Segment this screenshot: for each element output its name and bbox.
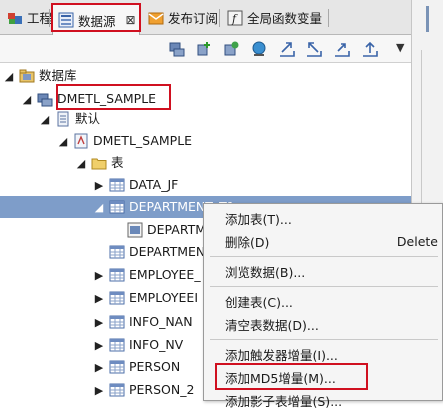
menu-item-delete[interactable]: 删除(D) Delete — [204, 230, 442, 253]
chevron-right-icon[interactable]: ▶ — [92, 384, 106, 397]
view-menu-chevron-icon[interactable]: ▼ — [396, 41, 404, 54]
menu-item-truncate-table[interactable]: 清空表数据(D)... — [204, 313, 442, 336]
chevron-down-icon[interactable]: ◢ — [20, 93, 34, 106]
globe-icon[interactable] — [250, 40, 268, 58]
menu-item-add-md5-incremental[interactable]: 添加MD5增量(M)... — [204, 366, 442, 389]
context-menu: 添加表(T)... 删除(D) Delete 浏览数据(B)... 创建表(C)… — [203, 203, 443, 409]
close-tab-icon[interactable]: ⊠ — [126, 13, 136, 27]
tab-global-functions[interactable]: f 全局函数变量 — [222, 4, 327, 31]
datasource-toolbar: ▼ — [0, 35, 411, 63]
menu-separator — [210, 256, 438, 257]
sync-icon[interactable] — [333, 40, 351, 58]
tree-node-schema-group[interactable]: ◢ 默认 — [0, 108, 411, 130]
table-icon — [109, 291, 125, 305]
delete-shortcut: Delete — [396, 234, 438, 249]
upload-icon[interactable] — [361, 40, 379, 58]
table-icon — [109, 383, 125, 397]
chevron-down-icon[interactable]: ◢ — [2, 70, 16, 83]
schema-icon — [74, 133, 88, 149]
chevron-down-icon[interactable]: ◢ — [56, 135, 70, 148]
menu-item-add-trigger-incremental[interactable]: 添加触发器增量(I)... — [204, 343, 442, 366]
function-icon: f — [227, 10, 243, 25]
refresh-icon[interactable] — [222, 40, 240, 58]
chevron-right-icon[interactable]: ▶ — [92, 179, 106, 192]
tree-node-table[interactable]: ▶ DATA_JF — [0, 174, 411, 196]
table-icon — [109, 338, 125, 352]
table-icon — [109, 268, 125, 282]
table-icon — [109, 315, 125, 329]
menu-separator — [210, 286, 438, 287]
menu-item-add-table[interactable]: 添加表(T)... — [204, 207, 442, 230]
chevron-down-icon[interactable]: ◢ — [38, 113, 52, 126]
pubsub-icon — [148, 12, 164, 24]
tree-node-database-root[interactable]: ◢ 数据库 — [0, 65, 411, 87]
database-folder-icon — [19, 69, 35, 83]
add-datasource-icon[interactable] — [195, 40, 213, 58]
tree-node-datasource[interactable]: ◢ DMETL_SAMPLE — [0, 88, 411, 110]
connect-icon[interactable] — [168, 40, 186, 58]
tab-pubsub[interactable]: 发布订阅 — [143, 4, 223, 31]
table-icon — [109, 360, 125, 374]
chevron-down-icon[interactable]: ◢ — [92, 201, 106, 214]
tab-datasource[interactable]: 数据源 ⊠ — [52, 4, 140, 35]
chevron-right-icon[interactable]: ▶ — [92, 292, 106, 305]
menu-separator — [210, 339, 438, 340]
datasource-icon — [58, 12, 74, 28]
chevron-right-icon[interactable]: ▶ — [92, 269, 106, 282]
chevron-right-icon[interactable]: ▶ — [92, 361, 106, 374]
chevron-right-icon[interactable]: ▶ — [92, 339, 106, 352]
chevron-down-icon[interactable]: ◢ — [74, 157, 88, 170]
table-icon — [109, 200, 125, 214]
tree-node-schema[interactable]: ◢ DMETL_SAMPLE — [0, 130, 411, 152]
folder-icon — [91, 158, 107, 170]
menu-item-browse-data[interactable]: 浏览数据(B)... — [204, 260, 442, 283]
table-icon — [109, 245, 125, 259]
table-icon — [109, 178, 125, 192]
import-icon[interactable] — [278, 40, 296, 58]
view-tab-bar: 工程 数据源 ⊠ 发布订阅 f 全局函数变量 — [0, 0, 411, 35]
project-icon — [8, 12, 22, 24]
export-icon[interactable] — [305, 40, 323, 58]
datasource-server-icon — [37, 93, 53, 107]
column-icon — [127, 222, 143, 238]
chevron-right-icon[interactable]: ▶ — [92, 316, 106, 329]
schema-group-icon — [57, 111, 69, 127]
menu-item-create-table[interactable]: 创建表(C)... — [204, 290, 442, 313]
tree-node-tables-folder[interactable]: ◢ 表 — [0, 152, 411, 174]
